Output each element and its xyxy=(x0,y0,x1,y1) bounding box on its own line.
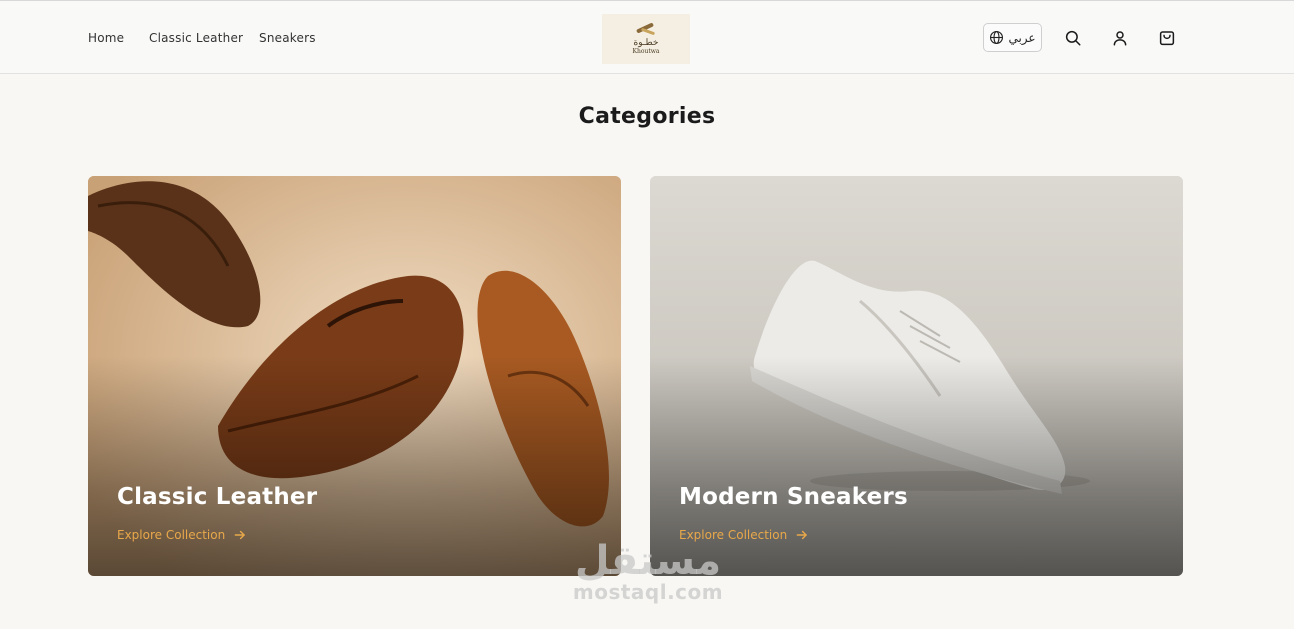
category-card-modern-sneakers[interactable]: Modern Sneakers Explore Collection xyxy=(650,176,1183,576)
explore-link-label: Explore Collection xyxy=(117,528,226,542)
logo-mark-icon xyxy=(633,22,659,38)
arrow-right-icon xyxy=(234,530,245,540)
logo-arabic-text: خطـوة xyxy=(633,38,659,48)
watermark-arabic: مستقل xyxy=(574,538,722,584)
card-overlay xyxy=(88,356,621,576)
logo-english-text: Khoutwa xyxy=(632,48,660,55)
nav-item-home[interactable]: Home xyxy=(88,31,124,45)
explore-collection-link[interactable]: Explore Collection xyxy=(117,528,247,542)
nav-item-sneakers[interactable]: Sneakers xyxy=(259,31,316,45)
language-switch-button[interactable]: عربي xyxy=(983,23,1042,52)
globe-icon xyxy=(990,31,1004,44)
category-title: Classic Leather xyxy=(117,484,318,510)
language-label: عربي xyxy=(1008,30,1036,45)
search-button[interactable] xyxy=(1063,28,1083,48)
cart-icon xyxy=(1159,31,1175,46)
brand-logo[interactable]: خطـوة Khoutwa xyxy=(602,14,690,64)
category-card-classic-leather[interactable]: Classic Leather Explore Collection xyxy=(88,176,621,576)
category-title: Modern Sneakers xyxy=(679,484,908,510)
user-icon xyxy=(1113,31,1127,46)
site-header: Home Classic Leather Sneakers خطـوة Khou… xyxy=(0,0,1294,74)
nav-item-classic-leather[interactable]: Classic Leather xyxy=(149,31,243,45)
page-title: Categories xyxy=(578,104,716,129)
watermark-english: mostaql.com xyxy=(572,580,724,604)
card-overlay xyxy=(650,356,1183,576)
mostaql-watermark: مستقل mostaql.com xyxy=(568,536,728,604)
account-button[interactable] xyxy=(1110,28,1130,48)
search-icon xyxy=(1065,30,1081,46)
cart-button[interactable] xyxy=(1157,28,1177,48)
arrow-right-icon xyxy=(796,530,807,540)
